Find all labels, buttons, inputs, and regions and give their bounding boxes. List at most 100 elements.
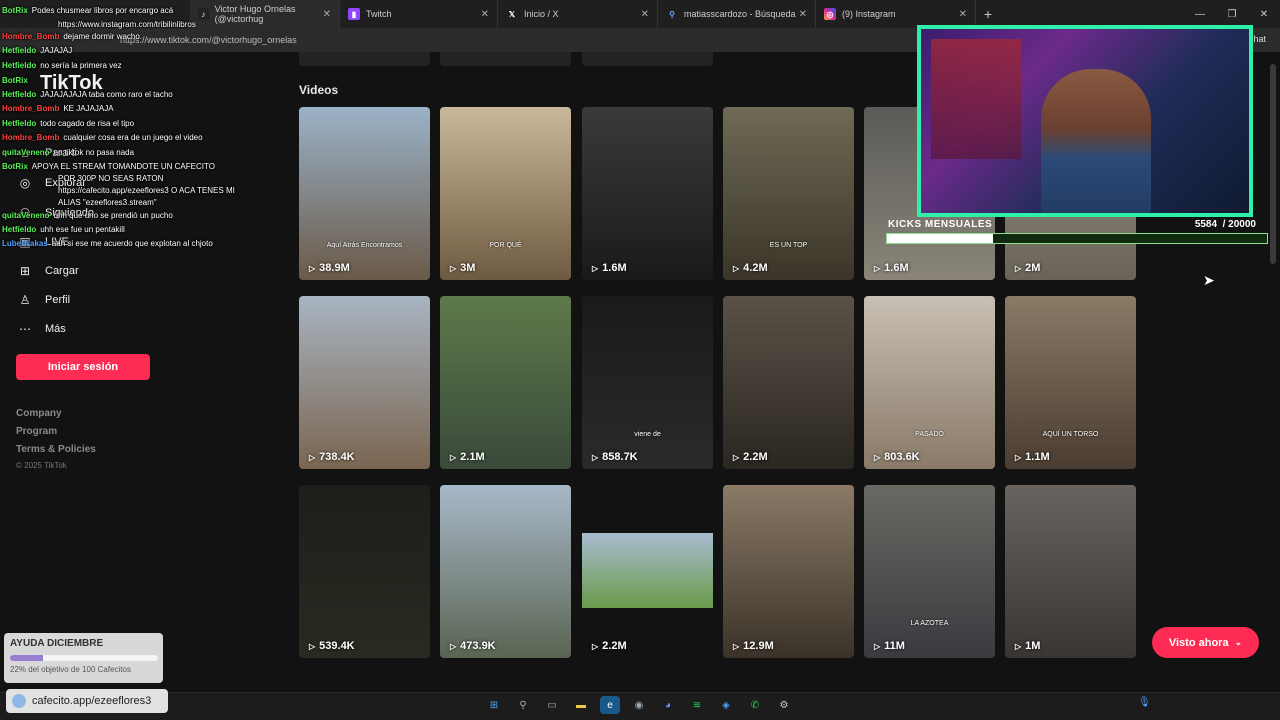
close-icon[interactable]: ✕ <box>481 9 489 20</box>
view-count: 4.2M <box>743 262 768 274</box>
video-card[interactable]: ▷ 2.2M <box>723 296 854 469</box>
video-card[interactable]: ▷ 2.2M <box>582 485 713 658</box>
folder-icon[interactable]: ▬ <box>571 696 591 714</box>
webcam-overlay <box>917 25 1253 217</box>
video-card[interactable]: LA AZOTEA ▷ 11M <box>864 485 995 658</box>
video-card-partial[interactable] <box>440 52 571 66</box>
view-count: 539.4K <box>319 640 355 652</box>
tab-search[interactable]: ⚲ matiasscardozo - Búsqueda ✕ <box>658 0 816 28</box>
nav-item-cargar[interactable]: ⊞ Cargar <box>18 264 79 278</box>
tiktok-icon: ♪ <box>198 8 209 20</box>
steam-icon[interactable]: ◉ <box>629 696 649 714</box>
tab-twitch[interactable]: ▮ Twitch ✕ <box>340 0 498 28</box>
instagram-icon: ◎ <box>824 8 836 20</box>
close-icon[interactable]: ✕ <box>641 9 649 20</box>
whatsapp-icon[interactable]: ✆ <box>745 696 765 714</box>
chat-message: ALIAS "ezeeflores3.stream" <box>2 198 157 208</box>
chat-text: POR 300P NO SEAS RATON <box>58 174 164 183</box>
chat-text: Podes chusmear libros por encargo acá <box>31 6 174 15</box>
edge-icon[interactable]: e <box>600 696 620 714</box>
visto-ahora-button[interactable]: Visto ahora ⌄ <box>1152 627 1259 658</box>
discord-icon[interactable]: ◕ <box>658 696 678 714</box>
video-card[interactable]: ▷ 738.4K <box>299 296 430 469</box>
video-caption: ES UN TOP <box>769 242 808 249</box>
minimize-icon[interactable]: — <box>1184 9 1216 20</box>
video-card[interactable]: ▷ 2.1M <box>440 296 571 469</box>
kicks-progress-bar <box>886 233 1268 244</box>
video-caption: PASADO <box>915 431 944 438</box>
video-card-partial[interactable] <box>299 52 430 66</box>
chat-username: BotRix <box>2 162 28 171</box>
chat-text: aah si ese me acuerdo que explotan al ch… <box>51 239 213 248</box>
chat-username: Hetfieldo <box>2 225 37 234</box>
video-caption: POR QUÉ <box>489 242 522 249</box>
chat-username: Hombre_Bomb <box>2 32 60 41</box>
view-count: 1.1M <box>1025 451 1050 463</box>
view-count: 3M <box>460 262 476 274</box>
kicks-label: KICKS MENSUALES <box>888 219 993 230</box>
video-card[interactable]: Aquí Atrás Encontramos ▷ 38.9M <box>299 107 430 280</box>
chat-text: JAJAJAJAJA taba como raro el tacho <box>40 90 173 99</box>
nav-item-mas[interactable]: ⋯ Más <box>18 322 66 336</box>
video-card[interactable]: ▷ 539.4K <box>299 485 430 658</box>
webcam-background <box>931 39 1021 159</box>
close-window-icon[interactable]: ✕ <box>1248 9 1280 20</box>
maximize-icon[interactable]: ❐ <box>1216 9 1248 20</box>
close-icon[interactable]: ✕ <box>323 9 331 20</box>
scrollbar[interactable] <box>1270 64 1276 264</box>
videos-section-title: Videos <box>299 83 339 97</box>
login-button[interactable]: Iniciar sesión <box>16 354 150 380</box>
chat-message: Hetfieldo JAJAJAJAJA taba como raro el ta… <box>2 90 173 100</box>
url-text[interactable]: https://www.tiktok.com/@victorhugo_ornel… <box>120 35 297 45</box>
tab-label: matiasscardozo - Búsqueda <box>684 9 796 19</box>
chat-text: JAJAJAJ <box>40 46 73 55</box>
spotify-icon[interactable]: ≋ <box>687 696 707 714</box>
upload-icon: ⊞ <box>19 264 31 278</box>
view-count: 1.6M <box>602 262 627 274</box>
settings-icon[interactable]: ⚙ <box>774 696 794 714</box>
vpn-icon[interactable]: ◈ <box>716 696 736 714</box>
video-card[interactable]: POR QUÉ ▷ 3M <box>440 107 571 280</box>
footer-link-terms[interactable]: Terms & Policies <box>16 444 96 455</box>
tab-label: Twitch <box>366 9 392 19</box>
video-card[interactable]: AQUÍ UN TORSO ▷ 1.1M <box>1005 296 1136 469</box>
play-icon: ▷ <box>874 263 881 273</box>
video-card[interactable]: ▷ 1.6M <box>582 107 713 280</box>
video-card[interactable]: ES UN TOP ▷ 4.2M <box>723 107 854 280</box>
view-count: 2.2M <box>602 640 627 652</box>
tab-tiktok[interactable]: ♪ Victor Hugo Ornelas (@victorhug ✕ <box>190 0 340 28</box>
video-card[interactable]: viene de ▷ 858.7K <box>582 296 713 469</box>
ayuda-text: 22% del objetivo de 100 Cafecitos <box>10 665 131 674</box>
microphone-icon[interactable]: 🎙 <box>1138 697 1151 708</box>
close-icon[interactable]: ✕ <box>959 9 967 20</box>
video-views: ▷ 1M <box>1015 640 1040 652</box>
copyright: © 2025 TikTok <box>16 461 67 470</box>
chat-username: BotRix <box>2 76 28 85</box>
close-icon[interactable]: ✕ <box>799 9 807 20</box>
new-tab-button[interactable]: + <box>976 6 1000 22</box>
video-card[interactable]: PASADO ▷ 803.6K <box>864 296 995 469</box>
nav-label: Más <box>45 323 66 335</box>
tab-x[interactable]: 𝕏 Inicio / X ✕ <box>498 0 658 28</box>
chat-username: Hetfieldo <box>2 61 37 70</box>
chat-message: BotRix <box>2 76 32 86</box>
video-card[interactable]: ▷ 1M <box>1005 485 1136 658</box>
chat-text: KE JAJAJAJA <box>63 104 114 113</box>
windows-icon[interactable]: ⊞ <box>484 696 504 714</box>
nav-item-perfil[interactable]: ♙ Perfil <box>18 293 70 307</box>
taskbar-icons: ⊞ ⚲ ▭ ▬ e ◉ ◕ ≋ ◈ ✆ ⚙ <box>484 696 803 714</box>
taskview-icon[interactable]: ▭ <box>542 696 562 714</box>
chat-message: Hetfieldo uhh ese fue un pentakill <box>2 225 125 235</box>
play-icon: ▷ <box>733 263 740 273</box>
video-card[interactable]: ▷ 12.9M <box>723 485 854 658</box>
chat-text: APOYA EL STREAM TOMANDOTE UN CAFECITO <box>31 162 215 171</box>
chat-message: BotRix Podes chusmear libros por encargo … <box>2 6 173 16</box>
video-card[interactable]: ▷ 473.9K <box>440 485 571 658</box>
video-card-partial[interactable] <box>582 52 713 66</box>
footer-link-program[interactable]: Program <box>16 426 57 437</box>
tab-instagram[interactable]: ◎ (9) Instagram ✕ <box>816 0 976 28</box>
search-icon[interactable]: ⚲ <box>513 696 533 714</box>
chat-text: ALIAS "ezeeflores3.stream" <box>58 198 157 207</box>
footer-link-company[interactable]: Company <box>16 408 62 419</box>
chat-message: Hombre_Bomb KE JAJAJAJA <box>2 104 114 114</box>
